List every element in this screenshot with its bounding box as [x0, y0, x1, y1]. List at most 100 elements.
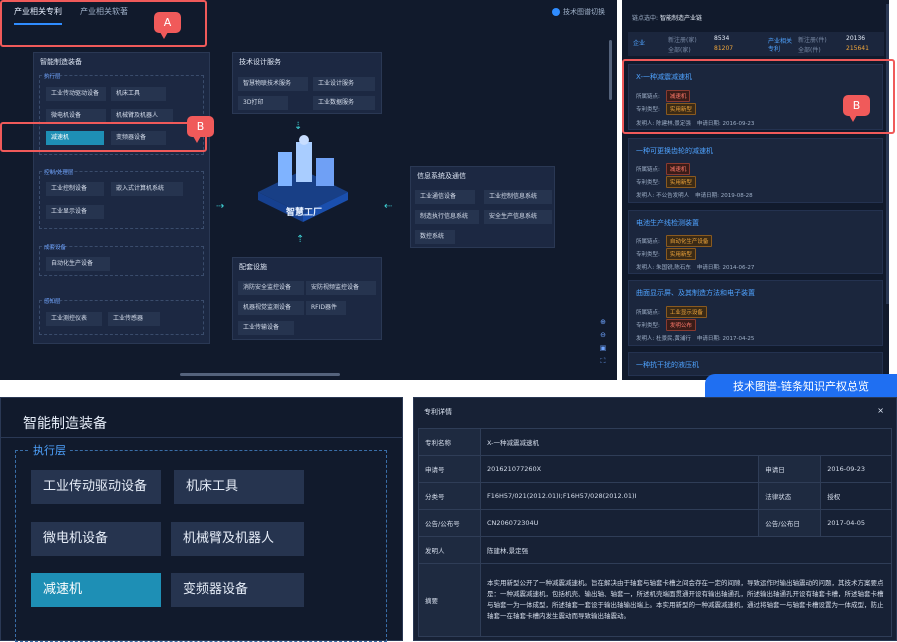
field-value: 201621077260X [479, 455, 760, 483]
zoom-in-icon[interactable]: ⊕ [598, 318, 608, 331]
field-key: 发明人 [418, 536, 481, 564]
patent-card[interactable]: 一种可更换齿轮的减速机 所属链点: 减速机 专利类型: 实用新型 发明人: 不公告发… [628, 138, 883, 203]
node-drive[interactable]: 工业传动驱动设备 [46, 87, 106, 101]
node-comm[interactable]: 工业通信设备 [415, 190, 475, 204]
fullscreen-icon[interactable]: ⛶ [598, 357, 608, 370]
field-key: 专利名称 [418, 428, 481, 456]
zoom-controls: ⊕ ⊖ ▣ ⛶ [598, 318, 608, 370]
node-machine-tool[interactable]: 机床工具 [111, 87, 166, 101]
card-smart-mfg: 智能制造装备 执行层 工业传动驱动设备 机床工具 微电机设备 机械臂及机器人 减… [33, 52, 210, 344]
table-row: 专利名称 X-一种减震减速机 [418, 428, 892, 456]
close-icon[interactable]: × [877, 406, 884, 415]
graph-switch-button[interactable]: 技术图谱切换 [552, 7, 605, 17]
right-scrollbar[interactable] [886, 4, 889, 304]
node-display[interactable]: 工业显示设备 [46, 205, 104, 219]
patent-title[interactable]: 一种抗干扰的液压机 [636, 360, 699, 370]
patent-card[interactable]: 电池生产线检测装置 所属链点: 自动化生产设备 专利类型: 实用新型 发明人: 朱国… [628, 210, 883, 274]
patent-title[interactable]: 一种可更换齿轮的减速机 [636, 146, 713, 156]
node-cctv[interactable]: 安防视频监控设备 [306, 281, 376, 295]
stat-value: 81207 [714, 45, 734, 52]
crop-group-label: 执行层 [29, 442, 70, 458]
table-row: 分类号 F16H57/021(2012.01)I;F16H57/028(2012.… [418, 482, 892, 510]
node-rfid[interactable]: RFID器件 [306, 301, 346, 315]
field-key: 公告/公布号 [418, 509, 481, 537]
node-nc[interactable]: 数控系统 [415, 230, 455, 244]
node-vision[interactable]: 机器视觉监测设备 [238, 301, 304, 315]
field-value: 授权 [820, 482, 892, 510]
field-key: 申请号 [418, 455, 481, 483]
field-value: CN206072304U [479, 509, 760, 537]
fit-icon[interactable]: ▣ [598, 344, 608, 357]
node-selected-value: 智能制造产业链 [659, 15, 702, 22]
node-instrument[interactable]: 工业测控仪表 [46, 312, 102, 326]
row-label: 所属链点: [636, 167, 660, 173]
node-3d-print[interactable]: 3D打印 [238, 96, 288, 110]
patent-title[interactable]: 电池生产线检测装置 [636, 218, 699, 228]
node-robot-arm[interactable]: 机械臂及机器人 [111, 109, 173, 123]
row-label: 所属链点: [636, 310, 660, 316]
node-ctrl-info[interactable]: 工业控制信息系统 [484, 190, 552, 204]
crop-node-reducer[interactable]: 减速机 [31, 573, 161, 607]
crop-node-micromotor[interactable]: 微电机设备 [31, 522, 161, 556]
zoom-out-icon[interactable]: ⊖ [598, 331, 608, 344]
node-safety-info[interactable]: 安全生产信息系统 [484, 210, 552, 224]
field-key: 法律状态 [758, 482, 822, 510]
table-row: 摘要 本实用新型公开了一种减震减速机。旨在解决由于轴套与轴套卡槽之间会存在一定的间… [418, 563, 892, 637]
node-selected: 链点选中: 智能制造产业链 [632, 13, 702, 22]
stat-key: 全部(件) [798, 47, 821, 54]
row-label: 专利类型: [636, 180, 660, 186]
field-value: 陈建林,景定强 [480, 536, 892, 564]
node-design[interactable]: 工业设计服务 [313, 77, 375, 91]
field-key: 分类号 [418, 482, 481, 510]
patent-title[interactable]: 曲面显示屏、及其制造方法和电子装置 [636, 288, 755, 298]
zoom-crop-panel: 智能制造装备 执行层 工业传动驱动设备 机床工具 微电机设备 机械臂及机器人 减… [0, 397, 403, 642]
field-key: 申请日 [758, 455, 822, 483]
node-data[interactable]: 工业数据服务 [313, 96, 375, 110]
node-embedded[interactable]: 嵌入式计算机系统 [111, 182, 183, 196]
node-industrial-control[interactable]: 工业控制设备 [46, 182, 104, 196]
patent-card[interactable]: 曲面显示屏、及其制造方法和电子装置 所属链点: 工业显示设备 专利类型: 发明公布 … [628, 280, 883, 346]
node-transmission[interactable]: 工业传输设备 [238, 321, 294, 335]
node-automation[interactable]: 自动化生产设备 [46, 257, 110, 271]
arrow-down-icon: ⇣ [294, 121, 303, 132]
node-mes[interactable]: 制造执行信息系统 [415, 210, 479, 224]
horizontal-scrollbar[interactable] [180, 373, 340, 376]
crop-node-drive[interactable]: 工业传动驱动设备 [31, 470, 161, 504]
stat-title-patent: 产业相关专利 [768, 38, 793, 53]
type-tag: 发明公布 [665, 319, 696, 331]
apply-date: 申请日期: 2019-08-28 [695, 193, 753, 199]
arrow-right-icon: ⇢ [216, 201, 225, 212]
group-control [39, 171, 204, 229]
field-value: 本实用新型公开了一种减震减速机。旨在解决由于轴套与轴套卡槽之间会存在一定的间隙，… [480, 563, 892, 637]
table-row: 公告/公布号 CN206072304U 公告/公布日 2017-04-05 [418, 509, 892, 537]
node-micromotor[interactable]: 微电机设备 [46, 109, 106, 123]
crop-node-inverter[interactable]: 变频器设备 [171, 573, 304, 607]
patent-card[interactable]: 一种抗干扰的液压机 [628, 352, 883, 376]
table-row: 申请号 201621077260X 申请日 2016-09-23 [418, 455, 892, 483]
node-sensor[interactable]: 工业传感器 [108, 312, 160, 326]
stat-value: 215641 [846, 45, 869, 52]
callout-box-b-left [0, 122, 207, 152]
field-value: 2016-09-23 [820, 455, 892, 483]
node-fire[interactable]: 消防安全监控设备 [238, 281, 304, 295]
crop-title: 智能制造装备 [23, 416, 107, 432]
row-label: 所属链点: [636, 239, 660, 245]
arrow-left-icon: ⇠ [384, 201, 393, 212]
group-label: 感知层 [44, 299, 61, 305]
row-label: 专利类型: [636, 252, 660, 258]
stat-title-company: 企业 [633, 40, 646, 47]
group-label: 控制/处理层 [44, 170, 74, 176]
node-iot[interactable]: 智慧物联技术服务 [238, 77, 308, 91]
switch-label: 技术图谱切换 [563, 8, 605, 16]
card-title: 智能制造装备 [40, 58, 82, 66]
crop-node-machine-tool[interactable]: 机床工具 [174, 470, 304, 504]
type-tag: 实用新型 [665, 248, 696, 260]
card-title: 配套设施 [239, 263, 267, 271]
field-key: 摘要 [418, 563, 481, 637]
group-label: 成套设备 [44, 245, 67, 251]
card-title: 信息系统及通信 [417, 172, 466, 180]
apply-date: 申请日期: 2014-06-27 [696, 265, 755, 271]
arrow-up-icon: ⇡ [296, 234, 305, 245]
vertical-scrollbar[interactable] [609, 40, 612, 100]
crop-node-robot-arm[interactable]: 机械臂及机器人 [171, 522, 304, 556]
